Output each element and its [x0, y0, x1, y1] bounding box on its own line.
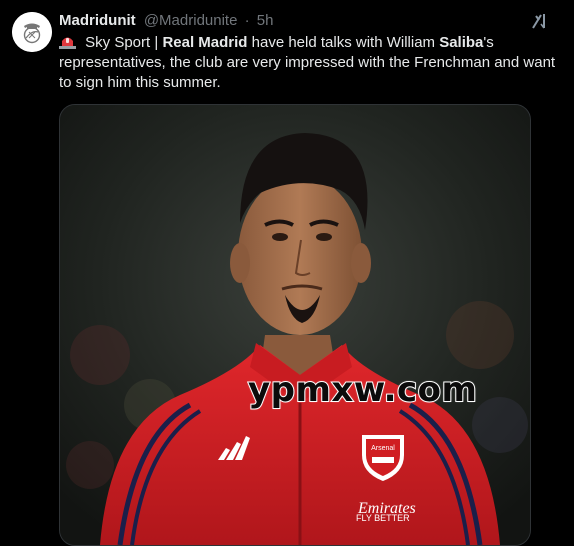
tweet-text-club: Real Madrid [162, 34, 248, 51]
tweet-text-line-2: representatives, the club are very impre… [59, 54, 556, 71]
tweet-text-line-3: to sign him this summer. [59, 74, 221, 91]
tweet-header: Madridunit @Madridunite · 5h [59, 11, 273, 31]
player-photo: Arsenal Emirates FLY BETTER [60, 105, 530, 545]
tweet-text: Sky Sport | Real Madrid have held talks … [59, 33, 574, 93]
siren-emoji-icon [59, 37, 76, 49]
sponsor-text: FLY BETTER [356, 513, 410, 523]
author-handle[interactable]: @Madridunite [144, 12, 238, 29]
tweet-text-player: Saliba [439, 34, 484, 51]
tweet-card[interactable]: Madridunit @Madridunite · 5h Sky Sport |… [0, 0, 574, 546]
tweet-photo[interactable]: Arsenal Emirates FLY BETTER [59, 104, 531, 546]
watermark: ypmxw.com [247, 369, 478, 411]
tweet-text-line-1: Sky Sport | Real Madrid have held talks … [59, 33, 574, 53]
timestamp[interactable]: 5h [257, 12, 274, 29]
real-madrid-crest-icon [12, 12, 52, 52]
tweet-text-intro: Sky Sport | [81, 34, 163, 51]
badge-text: Arsenal [371, 445, 395, 452]
grok-icon [532, 14, 545, 29]
tweet-text-mid: have held talks with William [247, 34, 440, 51]
author-display-name[interactable]: Madridunit [59, 12, 136, 29]
avatar[interactable] [12, 12, 52, 52]
grok-button[interactable] [530, 11, 550, 31]
tweet-text-possessive: 's [483, 34, 494, 51]
separator-dot: · [244, 12, 250, 29]
